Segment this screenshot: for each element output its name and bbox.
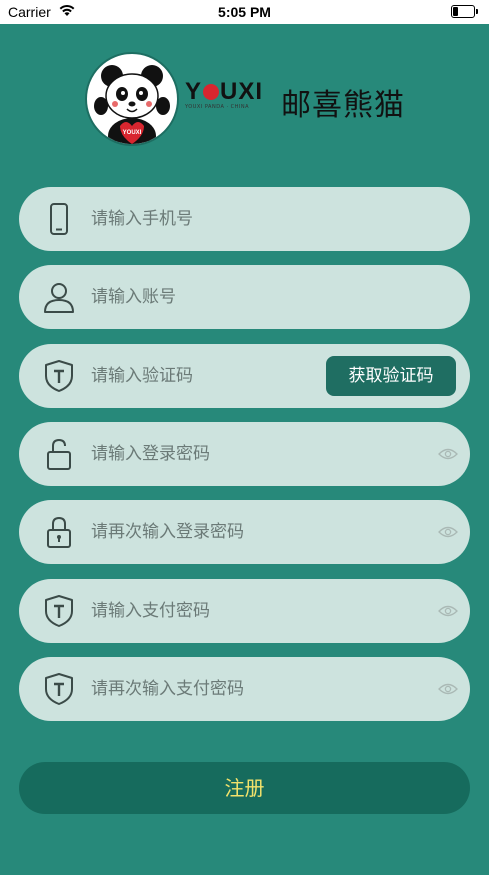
pay-password-input[interactable]: 请输入支付密码 — [91, 579, 210, 643]
login-password-confirm-input[interactable]: 请再次输入登录密码 — [91, 500, 244, 564]
code-input[interactable]: 请输入验证码 — [91, 344, 193, 408]
shield-icon — [45, 595, 73, 627]
code-field[interactable]: 请输入验证码 获取验证码 — [19, 344, 470, 408]
user-icon — [44, 283, 74, 313]
eye-icon[interactable] — [438, 604, 458, 618]
status-time: 5:05 PM — [218, 4, 271, 20]
register-button[interactable]: 注册 — [19, 762, 470, 814]
shield-icon — [45, 360, 73, 392]
account-field[interactable]: 请输入账号 — [19, 265, 470, 329]
eye-icon[interactable] — [438, 682, 458, 696]
phone-icon — [50, 203, 68, 235]
get-code-button[interactable]: 获取验证码 — [326, 356, 456, 396]
phone-input[interactable]: 请输入手机号 — [91, 187, 193, 251]
eye-icon[interactable] — [438, 525, 458, 539]
brand-en-y: Y — [185, 78, 203, 105]
account-input[interactable]: 请输入账号 — [91, 265, 176, 329]
shield-icon — [45, 673, 73, 705]
phone-field[interactable]: 请输入手机号 — [19, 187, 470, 251]
heart-dot — [203, 84, 220, 100]
battery-icon — [451, 5, 478, 18]
login-password-input[interactable]: 请输入登录密码 — [91, 422, 210, 486]
pay-password-confirm-field[interactable]: 请再次输入支付密码 — [19, 657, 470, 721]
brand-chinese: 邮喜熊猫 — [281, 88, 405, 123]
lock-icon — [47, 516, 71, 548]
brand-logo: YOUXI Y UXI YOUXI PANDA · CHINA 邮喜熊猫 — [85, 52, 415, 148]
brand-en-rest: UXI — [220, 78, 264, 105]
login-password-confirm-field[interactable]: 请再次输入登录密码 — [19, 500, 470, 564]
login-password-field[interactable]: 请输入登录密码 — [19, 422, 470, 486]
eye-icon[interactable] — [438, 447, 458, 461]
pay-password-confirm-input[interactable]: 请再次输入支付密码 — [91, 657, 244, 721]
pay-password-field[interactable]: 请输入支付密码 — [19, 579, 470, 643]
brand-wordmark: Y UXI YOUXI PANDA · CHINA — [185, 78, 263, 110]
status-bar: Carrier 5:05 PM — [0, 0, 489, 24]
lock-open-icon — [47, 438, 71, 470]
badge-text: YOUXI — [123, 130, 142, 136]
panda-illustration: YOUXI — [94, 65, 170, 144]
panda-logo: YOUXI — [85, 52, 179, 146]
